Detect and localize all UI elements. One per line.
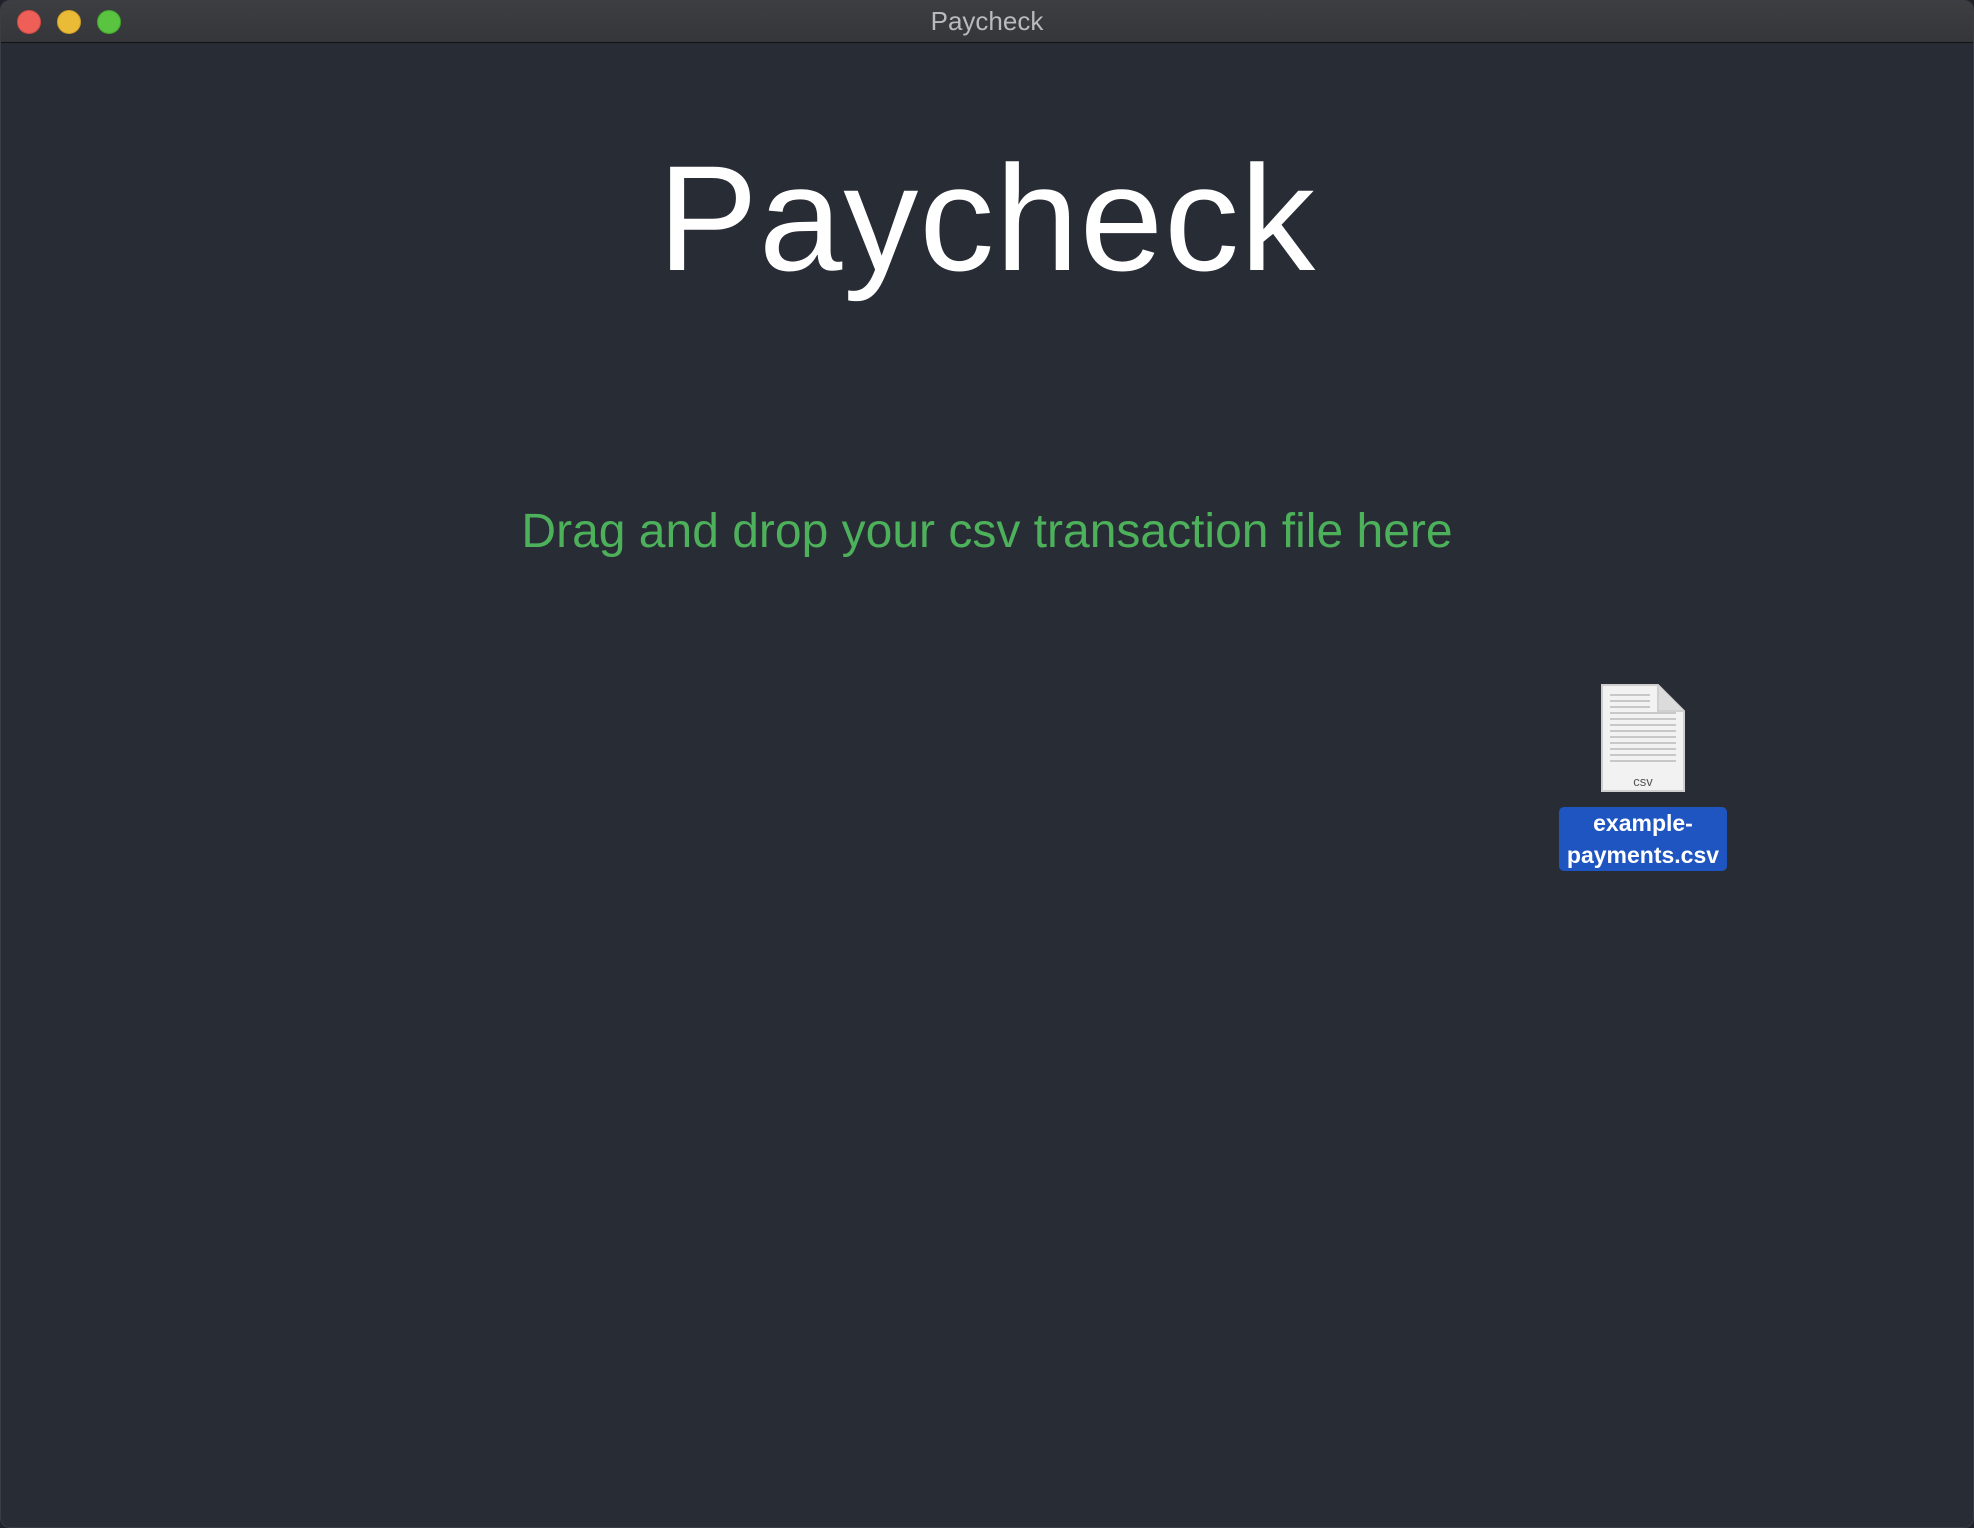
window-title: Paycheck	[930, 6, 1044, 36]
dragged-file[interactable]: csv example- payments.csv	[1546, 683, 1740, 871]
file-extension-label: csv	[1633, 774, 1653, 789]
page-title: Paycheck	[657, 134, 1317, 302]
drop-zone[interactable]: Paycheck Drag and drop your csv transact…	[1, 43, 1973, 1527]
app-window: Paycheck Paycheck Drag and drop your csv…	[0, 0, 1974, 1528]
drop-hint-text: Drag and drop your csv transaction file …	[521, 505, 1453, 558]
file-name-line-1: example-	[1593, 810, 1693, 836]
title-bar[interactable]: Paycheck	[1, 1, 1973, 43]
file-name-label[interactable]: example- payments.csv	[1558, 807, 1728, 871]
file-name-line-2: payments.csv	[1566, 842, 1720, 868]
csv-file-icon: csv	[1600, 683, 1686, 793]
